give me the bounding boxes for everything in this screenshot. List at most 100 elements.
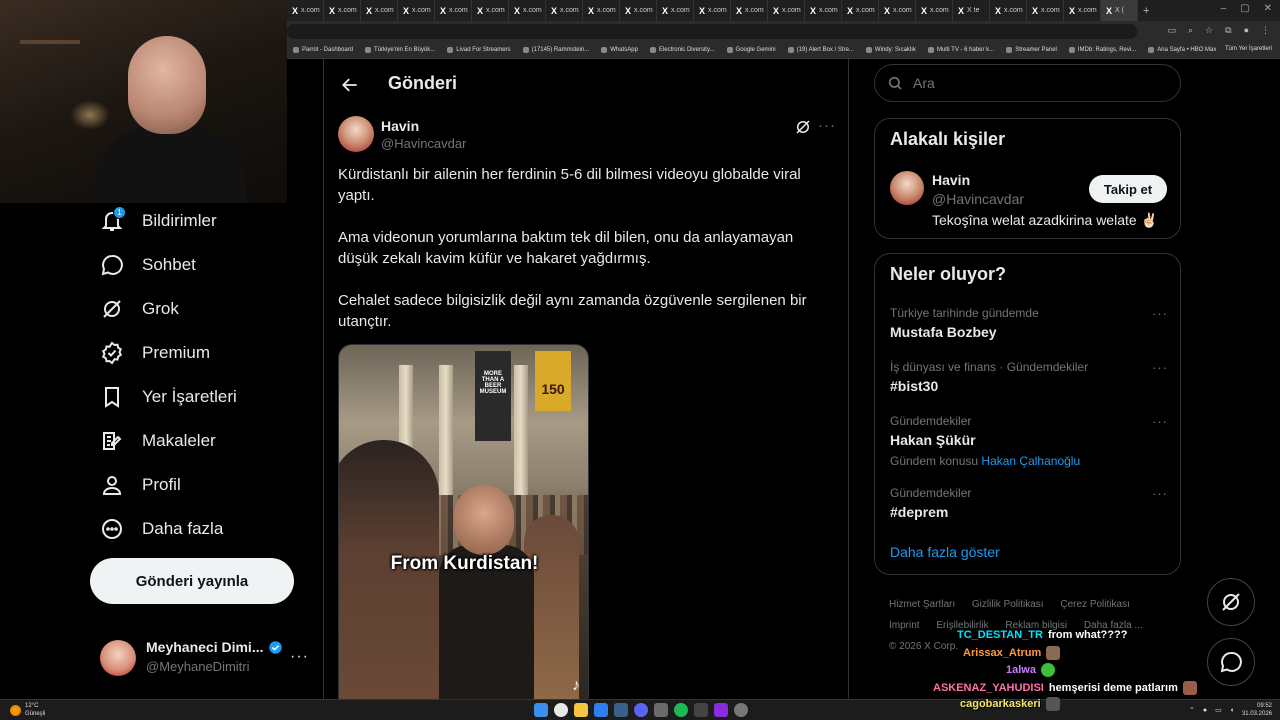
windows-start-icon[interactable] (534, 703, 548, 717)
browser-tab[interactable]: Xx.com (1027, 0, 1064, 21)
app-icon[interactable] (734, 703, 748, 717)
weather-widget[interactable]: 12°C Güneşli (10, 702, 45, 718)
post-button[interactable]: Gönderi yayınla (90, 558, 294, 604)
folder-icon[interactable] (574, 703, 588, 717)
new-tab-button[interactable]: + (1138, 0, 1175, 21)
chrome-icon[interactable] (554, 703, 568, 717)
browser-tab[interactable]: Xx.com (879, 0, 916, 21)
all-bookmarks-folder[interactable]: Tüm Yer İşaretleri (1225, 46, 1272, 52)
browser-tab[interactable]: Xx.com (768, 0, 805, 21)
footer-link[interactable]: Hizmet Şartları (889, 599, 955, 610)
trend-more-icon[interactable]: ··· (1152, 360, 1168, 375)
browser-tab[interactable]: Xx.com (916, 0, 953, 21)
footer-link[interactable]: Imprint (889, 620, 920, 631)
bookmark-item[interactable]: Parrot - Dashboard (293, 47, 353, 53)
bookmark-item[interactable]: Livad For Streamers (447, 47, 511, 53)
back-arrow-icon[interactable] (340, 75, 360, 95)
nav-profile[interactable]: Profil (100, 470, 181, 500)
trend-item[interactable]: Türkiye tarihinde gündemde Mustafa Bozbe… (890, 306, 1170, 340)
minimize-icon[interactable]: – (1221, 3, 1227, 14)
bookmark-item[interactable]: Windy: Sıcaklık (865, 47, 916, 53)
browser-tab[interactable]: Xx.com (620, 0, 657, 21)
tray-chevron-icon[interactable]: ⌃ (1189, 706, 1195, 714)
browser-tab[interactable]: Xx.com (731, 0, 768, 21)
trend-item[interactable]: Gündemdekiler #deprem ··· (890, 486, 1170, 520)
bookmark-item[interactable]: WhatsApp (601, 47, 638, 53)
grok-fab-button[interactable] (1207, 578, 1255, 626)
related-name[interactable]: Havin (932, 172, 970, 188)
browser-tab[interactable]: Xx.com (435, 0, 472, 21)
clock[interactable]: 09:52 31.03.2026 (1242, 702, 1272, 718)
app-icon[interactable] (594, 703, 608, 717)
nav-premium[interactable]: Premium (100, 338, 210, 368)
menu-icon[interactable]: ⋮ (1261, 25, 1270, 36)
author-avatar[interactable] (338, 116, 374, 152)
nav-more[interactable]: Daha fazla (100, 514, 223, 544)
search-box[interactable] (874, 64, 1181, 102)
trend-item[interactable]: İş dünyası ve finans · Gündemdekiler #bi… (890, 360, 1170, 394)
account-more-icon[interactable]: ··· (290, 648, 309, 666)
account-switcher[interactable]: Meyhaneci Dimi... @MeyhaneDimitri ··· (100, 636, 310, 680)
trend-sub-link[interactable]: Hakan Çalhanoğlu (981, 454, 1080, 468)
discord-icon[interactable] (634, 703, 648, 717)
browser-tab[interactable]: Xx.com (472, 0, 509, 21)
browser-tab[interactable]: Xx.com (546, 0, 583, 21)
browser-tab[interactable]: XX te (953, 0, 990, 21)
post-more-icon[interactable]: ··· (818, 117, 836, 134)
close-icon[interactable]: ✕ (1264, 3, 1272, 14)
network-icon[interactable]: ▭ (1215, 706, 1222, 714)
browser-tab[interactable]: Xx.com (694, 0, 731, 21)
footer-link[interactable]: Çerez Politikası (1060, 599, 1129, 610)
mic-icon[interactable]: ● (1203, 707, 1207, 714)
trend-more-icon[interactable]: ··· (1152, 414, 1168, 429)
trend-more-icon[interactable]: ··· (1152, 486, 1168, 501)
nav-grok[interactable]: Grok (100, 294, 179, 324)
browser-tab[interactable]: XX ( (1101, 0, 1138, 21)
browser-tab[interactable]: Xx.com (583, 0, 620, 21)
browser-tab[interactable]: Xx.com (509, 0, 546, 21)
extensions-icon[interactable]: ⧉ (1225, 25, 1231, 36)
app-icon[interactable] (654, 703, 668, 717)
nav-bookmarks[interactable]: Yer İşaretleri (100, 382, 237, 412)
bookmark-item[interactable]: Electronic Diversity... (649, 47, 715, 53)
browser-tab[interactable]: Xx.com (990, 0, 1027, 21)
maximize-icon[interactable]: ▢ (1240, 3, 1249, 14)
bookmark-item[interactable]: Multi TV - 6 haber k... (927, 47, 994, 53)
grok-explain-icon[interactable] (794, 118, 812, 136)
bookmark-item[interactable]: Türkiye'nin En Büyük... (365, 47, 435, 53)
show-more-link[interactable]: Daha fazla göster (890, 544, 1000, 560)
post-video[interactable]: MORE THAN A BEER MUSEUM 150 From Kurdist… (338, 344, 589, 700)
browser-tab[interactable]: Xx.com (398, 0, 435, 21)
nav-chat[interactable]: Sohbet (100, 250, 196, 280)
bookmark-item[interactable]: (17145) Rammstein... (522, 47, 589, 53)
bookmark-item[interactable]: (19) Alert Box / Stre... (787, 47, 854, 53)
browser-tab[interactable]: Xx.com (1064, 0, 1101, 21)
bookmark-item[interactable]: IMDb: Ratings, Revi... (1068, 47, 1136, 53)
search-input[interactable] (913, 75, 1153, 91)
cast-icon[interactable]: ▭ (1167, 25, 1176, 36)
follow-button[interactable]: Takip et (1089, 175, 1167, 203)
bookmark-item[interactable]: Ana Sayfa • HBO Max (1148, 47, 1216, 53)
profile-icon[interactable]: ● (1244, 25, 1249, 36)
browser-tab[interactable]: Xx.com (842, 0, 879, 21)
related-handle[interactable]: @Havincavdar (932, 191, 1024, 207)
trend-more-icon[interactable]: ··· (1152, 306, 1168, 321)
browser-tab[interactable]: Xx.com (324, 0, 361, 21)
avatar[interactable] (890, 171, 924, 205)
zoom-icon[interactable]: ⌕ (1188, 25, 1193, 36)
bookmark-item[interactable]: Google Gemini (726, 47, 776, 53)
trend-item[interactable]: Gündemdekiler Hakan Şükür Gündem konusu … (890, 414, 1170, 468)
browser-tab[interactable]: Xx.com (805, 0, 842, 21)
messages-fab-button[interactable] (1207, 638, 1255, 686)
browser-tab[interactable]: Xx.com (361, 0, 398, 21)
author-handle[interactable]: @Havincavdar (381, 136, 466, 151)
app-icon[interactable] (694, 703, 708, 717)
stream-app-icon[interactable] (714, 703, 728, 717)
browser-tab[interactable]: Xx.com (657, 0, 694, 21)
author-name[interactable]: Havin (381, 118, 419, 134)
bookmark-item[interactable]: Streamer Panel (1006, 47, 1057, 53)
star-icon[interactable]: ☆ (1205, 25, 1213, 36)
nav-notifications[interactable]: 1 Bildirimler (100, 206, 217, 236)
url-field[interactable] (287, 24, 1137, 39)
steam-icon[interactable] (614, 703, 628, 717)
